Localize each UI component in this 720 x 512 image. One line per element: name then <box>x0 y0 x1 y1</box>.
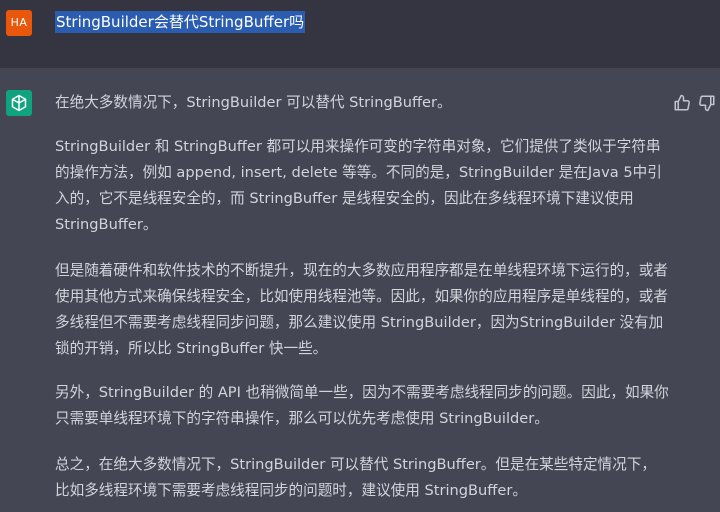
thumbs-up-icon[interactable] <box>673 94 691 112</box>
assistant-avatar <box>6 90 32 116</box>
thumbs-down-icon[interactable] <box>698 94 716 112</box>
answer-paragraph: 在绝大多数情况下，StringBuilder 可以替代 StringBuffer… <box>55 94 452 111</box>
user-message-row: HA StringBuilder会替代StringBuffer吗 <box>0 0 720 68</box>
answer-paragraph: StringBuilder 和 StringBuffer 都可以用来操作可变的字… <box>55 138 662 233</box>
openai-logo-icon <box>11 94 27 112</box>
assistant-message-row: 在绝大多数情况下，StringBuilder 可以替代 StringBuffer… <box>0 68 720 512</box>
user-avatar: HA <box>6 10 32 36</box>
answer-paragraph: 另外，StringBuilder 的 API 也稍微简单一些，因为不需要考虑线程… <box>55 384 669 427</box>
user-message-text[interactable]: StringBuilder会替代StringBuffer吗 <box>55 11 306 33</box>
answer-paragraph: 总之，在绝大多数情况下，StringBuilder 可以替代 StringBuf… <box>55 456 656 499</box>
answer-paragraph: 但是随着硬件和软件技术的不断提升，现在的大多数应用程序都是在单线程环境下运行的，… <box>55 262 668 357</box>
